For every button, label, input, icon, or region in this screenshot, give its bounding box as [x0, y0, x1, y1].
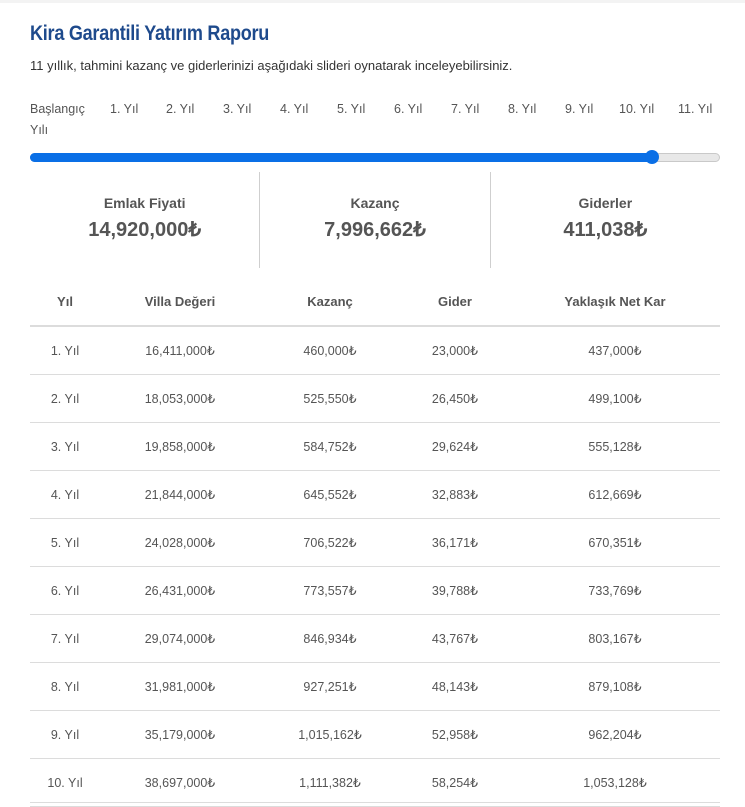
table-cell: 29,074,000₺	[100, 614, 260, 663]
table-cell: 1,111,382₺	[260, 758, 400, 807]
slider-tick-year-5: 5. Yıl	[337, 102, 366, 116]
stat-earnings: Kazanç 7,996,662₺	[259, 172, 489, 268]
table-cell: 733,769₺	[510, 566, 720, 615]
stat-value: 7,996,662₺	[324, 219, 426, 241]
table-cell: 846,934₺	[260, 614, 400, 663]
table-cell: 36,171₺	[400, 518, 510, 567]
table-cell: 803,167₺	[510, 614, 720, 663]
slider-thumb[interactable]	[645, 150, 659, 164]
slider-tick-year-6: 6. Yıl	[394, 102, 423, 116]
bottom-divider	[30, 802, 720, 803]
table-cell: 26,431,000₺	[100, 566, 260, 615]
table-cell: 437,000₺	[510, 326, 720, 375]
slider-tick-year-9: 9. Yıl	[565, 102, 594, 116]
table-cell: 773,557₺	[260, 566, 400, 615]
slider-tick-labels: Başlangıç Yılı 1. Yıl 2. Yıl 3. Yıl 4. Yıl 5.…	[30, 99, 720, 139]
table-cell: 24,028,000₺	[100, 518, 260, 567]
table-cell: 927,251₺	[260, 662, 400, 711]
slider-tick-start: Başlangıç Yılı	[30, 102, 85, 137]
slider-tick-year-7: 7. Yıl	[451, 102, 480, 116]
stat-value: 14,920,000₺	[88, 219, 202, 241]
table-cell: 21,844,000₺	[100, 470, 260, 519]
report-subtitle: 11 yıllık, tahmini kazanç ve giderlerini…	[30, 58, 513, 73]
slider-tick-year-8: 8. Yıl	[508, 102, 537, 116]
table-cell: 3. Yıl	[30, 422, 100, 471]
investment-table: Yıl Villa Değeri Kazanç Gider Yaklaşık Net K…	[30, 278, 720, 807]
stat-property-price: Emlak Fiyati 14,920,000₺	[30, 172, 259, 268]
table-cell: 4. Yıl	[30, 470, 100, 519]
slider-tick-year-11: 11. Yıl	[678, 102, 713, 116]
column-header: Gider	[400, 278, 510, 327]
table-body: 1. Yıl 16,411,000₺ 460,000₺ 23,000₺ 437,000₺…	[30, 326, 720, 807]
table-row: 6. Yıl 26,431,000₺ 773,557₺ 39,788₺ 733,769₺	[30, 566, 720, 615]
top-divider	[0, 0, 745, 3]
table-cell: 499,100₺	[510, 374, 720, 423]
table-cell: 5. Yıl	[30, 518, 100, 567]
table-cell: 35,179,000₺	[100, 710, 260, 759]
table-cell: 32,883₺	[400, 470, 510, 519]
table-cell: 879,108₺	[510, 662, 720, 711]
table-header-row: Yıl Villa Değeri Kazanç Gider Yaklaşık Net K…	[30, 278, 720, 327]
year-slider[interactable]	[30, 150, 720, 164]
slider-tick-year-1: 1. Yıl	[110, 102, 139, 116]
table-cell: 2. Yıl	[30, 374, 100, 423]
slider-tick-year-4: 4. Yıl	[280, 102, 309, 116]
slider-tick-year-10: 10. Yıl	[619, 102, 655, 116]
table-cell: 48,143₺	[400, 662, 510, 711]
table-row: 8. Yıl 31,981,000₺ 927,251₺ 48,143₺ 879,108₺	[30, 662, 720, 711]
table-cell: 1,053,128₺	[510, 758, 720, 807]
summary-stats: Emlak Fiyati 14,920,000₺ Kazanç 7,996,662₺ G…	[30, 172, 720, 268]
stat-value: 411,038₺	[563, 219, 648, 241]
table-cell: 23,000₺	[400, 326, 510, 375]
table-row: 10. Yıl 38,697,000₺ 1,111,382₺ 58,254₺ 1,053…	[30, 758, 720, 807]
table-cell: 9. Yıl	[30, 710, 100, 759]
stat-label: Emlak Fiyati	[103, 195, 186, 211]
table-cell: 584,752₺	[260, 422, 400, 471]
stat-expenses: Giderler 411,038₺	[489, 172, 720, 268]
table-row: 2. Yıl 18,053,000₺ 525,550₺ 26,450₺ 499,100₺	[30, 374, 720, 423]
slider-tick-year-3: 3. Yıl	[223, 102, 252, 116]
table-cell: 962,204₺	[510, 710, 720, 759]
table-cell: 1. Yıl	[30, 326, 100, 375]
stat-label: Kazanç	[350, 195, 400, 211]
table-cell: 555,128₺	[510, 422, 720, 471]
table-cell: 1,015,162₺	[260, 710, 400, 759]
column-header: Yıl	[30, 278, 100, 327]
table-cell: 525,550₺	[260, 374, 400, 423]
table-cell: 8. Yıl	[30, 662, 100, 711]
slider-fill	[30, 153, 652, 162]
table-cell: 19,858,000₺	[100, 422, 260, 471]
table-cell: 18,053,000₺	[100, 374, 260, 423]
table-cell: 58,254₺	[400, 758, 510, 807]
table-row: 7. Yıl 29,074,000₺ 846,934₺ 43,767₺ 803,167₺	[30, 614, 720, 663]
table-cell: 29,624₺	[400, 422, 510, 471]
table-cell: 645,552₺	[260, 470, 400, 519]
column-header: Kazanç	[260, 278, 400, 327]
table-cell: 16,411,000₺	[100, 326, 260, 375]
column-header: Yaklaşık Net Kar	[510, 278, 720, 327]
stat-label: Giderler	[578, 195, 633, 211]
column-header: Villa Değeri	[100, 278, 260, 327]
table-row: 4. Yıl 21,844,000₺ 645,552₺ 32,883₺ 612,669₺	[30, 470, 720, 519]
table-cell: 460,000₺	[260, 326, 400, 375]
table-cell: 39,788₺	[400, 566, 510, 615]
table-cell: 706,522₺	[260, 518, 400, 567]
table-cell: 26,450₺	[400, 374, 510, 423]
table-row: 3. Yıl 19,858,000₺ 584,752₺ 29,624₺ 555,128₺	[30, 422, 720, 471]
table-row: 9. Yıl 35,179,000₺ 1,015,162₺ 52,958₺ 962,20…	[30, 710, 720, 759]
table-cell: 52,958₺	[400, 710, 510, 759]
table-row: 5. Yıl 24,028,000₺ 706,522₺ 36,171₺ 670,351₺	[30, 518, 720, 567]
report-title: Kira Garantili Yatırım Raporu	[30, 22, 270, 45]
table-cell: 670,351₺	[510, 518, 720, 567]
slider-tick-year-2: 2. Yıl	[166, 102, 195, 116]
table-cell: 6. Yıl	[30, 566, 100, 615]
table-cell: 38,697,000₺	[100, 758, 260, 807]
table-cell: 7. Yıl	[30, 614, 100, 663]
table-cell: 31,981,000₺	[100, 662, 260, 711]
table-cell: 612,669₺	[510, 470, 720, 519]
table-row: 1. Yıl 16,411,000₺ 460,000₺ 23,000₺ 437,000₺	[30, 326, 720, 375]
table-cell: 43,767₺	[400, 614, 510, 663]
table-cell: 10. Yıl	[30, 758, 100, 807]
